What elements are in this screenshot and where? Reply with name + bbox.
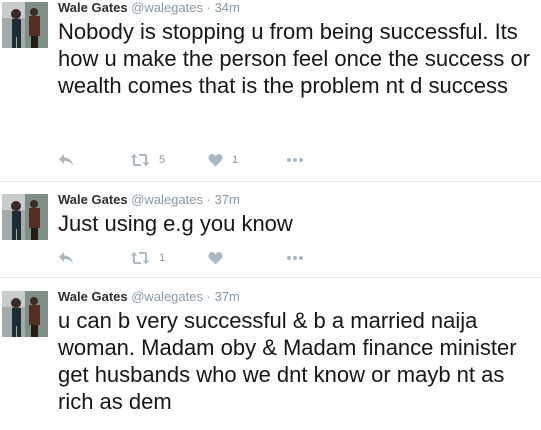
- more-icon: [287, 256, 303, 260]
- like-button[interactable]: [208, 248, 232, 268]
- divider: [0, 277, 541, 278]
- reply-icon: [59, 154, 73, 166]
- like-button[interactable]: 1: [208, 150, 238, 170]
- author-name[interactable]: Wale Gates: [58, 289, 128, 304]
- separator: ·: [206, 289, 211, 304]
- tweet-header: Wale Gates @walegates · 37m: [58, 289, 240, 305]
- retweet-count: 5: [159, 154, 166, 166]
- tweet-1: Wale Gates @walegates · 34m Nobody is st…: [0, 0, 541, 180]
- tweet-text: Nobody is stopping u from being successf…: [58, 19, 531, 98]
- retweet-button[interactable]: 1: [130, 248, 165, 268]
- avatar[interactable]: [2, 2, 48, 48]
- tweet-text: Just using e.g you know: [58, 211, 293, 236]
- reply-icon: [59, 252, 73, 264]
- timestamp[interactable]: 37m: [215, 192, 240, 207]
- avatar-image: [2, 2, 48, 48]
- avatar[interactable]: [2, 291, 48, 337]
- reply-button[interactable]: [58, 150, 74, 170]
- reply-button[interactable]: [58, 248, 74, 268]
- divider: [0, 181, 541, 182]
- tweet-3: Wale Gates @walegates · 37m u can b very…: [0, 289, 541, 430]
- tweet-header: Wale Gates @walegates · 37m: [58, 192, 240, 208]
- author-name[interactable]: Wale Gates: [58, 0, 128, 15]
- tweet-actions: 1: [58, 248, 518, 268]
- timestamp[interactable]: 37m: [215, 289, 240, 304]
- separator: ·: [206, 192, 211, 207]
- retweet-icon: [130, 154, 150, 166]
- separator: ·: [206, 0, 211, 15]
- more-button[interactable]: [286, 248, 304, 268]
- tweet-2: Wale Gates @walegates · 37m Just using e…: [0, 192, 541, 272]
- tweet-header: Wale Gates @walegates · 34m: [58, 0, 240, 16]
- retweet-icon: [130, 252, 150, 264]
- author-handle[interactable]: @walegates: [131, 0, 203, 15]
- retweet-button[interactable]: 5: [130, 150, 165, 170]
- like-count: 1: [232, 154, 239, 166]
- tweet-actions: 5 1: [58, 150, 518, 170]
- avatar-image: [2, 291, 48, 337]
- avatar[interactable]: [2, 194, 48, 240]
- heart-icon: [208, 154, 223, 167]
- tweet-text: u can b very successful & b a married na…: [58, 308, 517, 414]
- avatar-image: [2, 194, 48, 240]
- timestamp[interactable]: 34m: [215, 0, 240, 15]
- author-handle[interactable]: @walegates: [131, 192, 203, 207]
- heart-icon: [208, 252, 223, 265]
- retweet-count: 1: [159, 252, 166, 264]
- author-name[interactable]: Wale Gates: [58, 192, 128, 207]
- author-handle[interactable]: @walegates: [131, 289, 203, 304]
- more-button[interactable]: [286, 150, 304, 170]
- more-icon: [287, 158, 303, 162]
